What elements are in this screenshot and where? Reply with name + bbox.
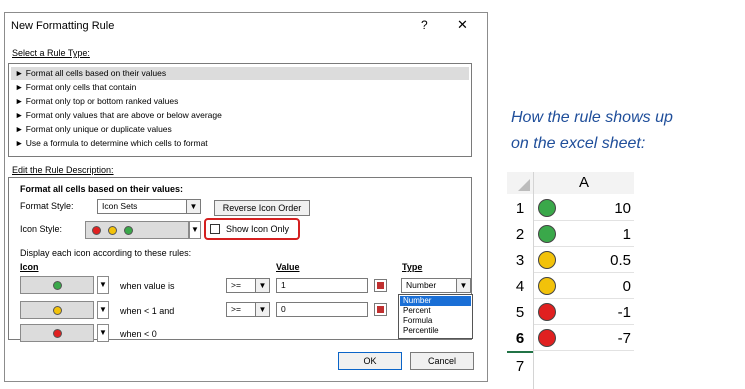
select-rule-type-label: Select a Rule Type: <box>12 48 90 58</box>
type-option[interactable]: Percent <box>400 306 471 316</box>
cell-value: -7 <box>617 330 631 347</box>
close-button[interactable]: ✕ <box>457 17 468 33</box>
rule1-condition: when value is <box>120 281 175 291</box>
row-header-active[interactable]: 6 <box>507 326 533 353</box>
cell-value: -1 <box>617 304 631 321</box>
cell-value: 1 <box>622 226 631 243</box>
rule2-operator: >= <box>231 304 241 314</box>
rule3-condition: when < 0 <box>120 329 157 339</box>
show-icon-only-checkbox[interactable] <box>210 224 220 234</box>
yellow-circle-icon <box>538 277 556 295</box>
rule2-operator-select[interactable]: >= ▼ <box>226 302 270 317</box>
cancel-button[interactable]: Cancel <box>410 352 474 370</box>
rule-type-list[interactable]: ► Format all cells based on their values… <box>8 63 472 157</box>
format-style-label: Format Style: <box>20 201 74 211</box>
icon-style-select[interactable] <box>85 221 189 239</box>
chevron-down-icon: ▼ <box>186 200 200 213</box>
rule1-value-input[interactable]: 1 <box>276 278 368 293</box>
cell-a4[interactable]: 0 <box>534 274 634 299</box>
cell-reference-icon[interactable] <box>374 279 387 292</box>
rule-type-item[interactable]: ► Format only unique or duplicate values <box>11 123 469 136</box>
cell-a1[interactable]: 10 <box>534 196 634 221</box>
row-header[interactable]: 7 <box>507 354 533 379</box>
rule-type-item[interactable]: ► Format only values that are above or b… <box>11 109 469 122</box>
rule1-type: Number <box>406 280 437 290</box>
edit-description-label: Edit the Rule Description: <box>12 165 114 175</box>
rule-type-item[interactable]: ► Format all cells based on their values <box>11 67 469 80</box>
cell-a2[interactable]: 1 <box>534 222 634 247</box>
chevron-down-icon[interactable]: ▼ <box>97 276 109 294</box>
rule-type-item[interactable]: ► Format only cells that contain <box>11 81 469 94</box>
icon-style-label: Icon Style: <box>20 224 63 234</box>
ok-button[interactable]: OK <box>338 352 402 370</box>
chevron-down-icon: ▼ <box>456 279 470 292</box>
green-circle-icon <box>124 226 133 235</box>
rule-type-item[interactable]: ► Format only top or bottom ranked value… <box>11 95 469 108</box>
rule1-value: 1 <box>281 280 286 290</box>
format-style-select[interactable]: Icon Sets ▼ <box>97 199 201 214</box>
green-circle-icon <box>538 225 556 243</box>
format-all-label: Format all cells based on their values: <box>20 184 184 194</box>
cell-a3[interactable]: 0.5 <box>534 248 634 273</box>
chevron-down-icon[interactable]: ▼ <box>189 221 201 239</box>
type-dropdown-list[interactable]: Number Percent Formula Percentile <box>398 294 473 339</box>
cell-a6[interactable]: -7 <box>534 326 634 351</box>
column-header-a[interactable]: A <box>534 172 634 194</box>
red-circle-icon <box>92 226 101 235</box>
row-header[interactable]: 3 <box>507 248 533 273</box>
select-all-corner[interactable] <box>507 172 533 194</box>
chevron-down-icon[interactable]: ▼ <box>97 301 109 319</box>
rule-type-item[interactable]: ► Use a formula to determine which cells… <box>11 137 469 150</box>
type-option[interactable]: Number <box>400 296 471 306</box>
icon-column-header: Icon <box>20 262 39 272</box>
row-header[interactable]: 2 <box>507 222 533 247</box>
red-circle-icon <box>538 303 556 321</box>
chevron-down-icon: ▼ <box>255 279 269 292</box>
cell-a5[interactable]: -1 <box>534 300 634 325</box>
display-each-label: Display each icon according to these rul… <box>20 248 192 258</box>
caption-line-1: How the rule shows up <box>511 109 673 126</box>
rule2-value: 0 <box>281 304 286 314</box>
rule2-value-input[interactable]: 0 <box>276 302 368 317</box>
red-circle-icon <box>53 329 62 338</box>
yellow-circle-icon <box>53 306 62 315</box>
cell-value: 10 <box>614 200 631 217</box>
rule2-icon-select[interactable] <box>20 301 94 319</box>
rule1-operator-select[interactable]: >= ▼ <box>226 278 270 293</box>
reverse-icon-order-button[interactable]: Reverse Icon Order <box>214 200 310 216</box>
dialog-title: New Formatting Rule <box>11 20 115 32</box>
show-icon-only-label: Show Icon Only <box>226 224 290 234</box>
rule3-icon-select[interactable] <box>20 324 94 342</box>
yellow-circle-icon <box>108 226 117 235</box>
format-style-value: Icon Sets <box>102 201 138 211</box>
row-header[interactable]: 5 <box>507 300 533 325</box>
yellow-circle-icon <box>538 251 556 269</box>
rule1-type-select[interactable]: Number ▼ <box>401 278 471 293</box>
row-header[interactable]: 1 <box>507 196 533 221</box>
type-column-header: Type <box>402 262 423 272</box>
rule1-icon-select[interactable] <box>20 276 94 294</box>
help-button[interactable]: ? <box>421 18 428 32</box>
cell-value: 0.5 <box>610 252 631 269</box>
chevron-down-icon: ▼ <box>255 303 269 316</box>
rule2-condition: when < 1 and <box>120 306 175 316</box>
type-option[interactable]: Formula <box>400 316 471 326</box>
cell-value: 0 <box>622 278 631 295</box>
chevron-down-icon[interactable]: ▼ <box>97 324 109 342</box>
value-column-header: Value <box>276 262 300 272</box>
red-circle-icon <box>538 329 556 347</box>
rule1-operator: >= <box>231 280 241 290</box>
cell-reference-icon[interactable] <box>374 303 387 316</box>
dialog-titlebar[interactable]: New Formatting Rule ? ✕ <box>5 13 487 39</box>
excel-sheet-excerpt: A 1 10 2 1 3 0.5 4 0 5 -1 6 -7 7 <box>507 172 637 389</box>
cell-a7[interactable] <box>534 354 634 379</box>
type-option[interactable]: Percentile <box>400 326 471 336</box>
caption-line-2: on the excel sheet: <box>511 135 646 152</box>
row-header[interactable]: 4 <box>507 274 533 299</box>
green-circle-icon <box>538 199 556 217</box>
green-circle-icon <box>53 281 62 290</box>
